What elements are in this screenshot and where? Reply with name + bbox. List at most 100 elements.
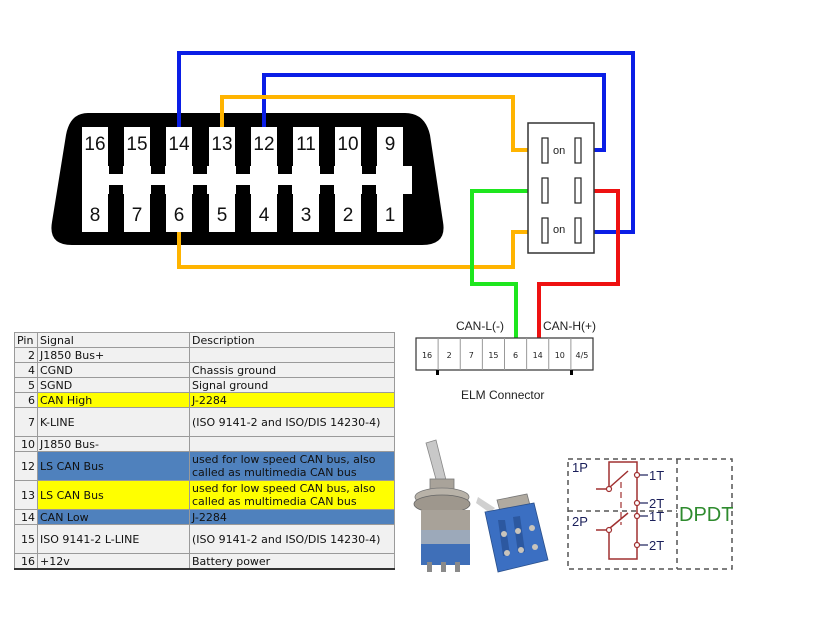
description-cell: Chassis ground [189,362,395,378]
dpdt-pole2-label: 2P [572,514,588,529]
obd-slot-tab-bottom [320,185,334,199]
pin-cell: 12 [14,451,38,481]
elm-pin-label: 4/5 [576,351,589,360]
pin-cell: 14 [14,509,38,525]
obd-slot-tab-bottom [236,185,250,199]
obd-slot-tab-top [109,160,123,174]
elm-latch-right [570,370,573,375]
signal-cell: CAN High [37,392,190,408]
dpdt-pole2-lever [609,512,629,529]
switch-on-label-top: on [553,145,565,157]
obd-slot-tab-bottom [151,185,165,199]
switch-terminal [541,217,549,244]
obd-pin-number: 2 [343,205,354,226]
description-cell [189,347,395,363]
obd-pin-number: 11 [296,134,316,155]
signal-cell: SGND [37,377,190,393]
description-cell: Battery power [189,553,395,570]
elm-pin-label: 14 [533,351,543,360]
pin-table-header: Pin Signal Description [14,332,395,348]
obd-slot-tab-top [320,160,334,174]
pin-cell: 4 [14,362,38,378]
pin-cell: 6 [14,392,38,408]
dpdt-throw-label: 2T [649,538,664,553]
obd-pin-number: 7 [132,205,143,226]
elm-pin-label: 10 [555,351,565,360]
description-cell: (ISO 9141-2 and ISO/DIS 14230-4) [189,407,395,437]
obd-connector: 16 15 14 13 12 11 10 9 8 7 6 5 4 3 2 1 [51,113,444,245]
elm-pin-label: 2 [447,351,452,360]
signal-cell: J1850 Bus- [37,436,190,452]
can-high-label: CAN-H(+) [543,319,596,333]
description-cell: used for low speed CAN bus, also called … [189,480,395,510]
signal-cell: LS CAN Bus [37,480,190,510]
obd-pin-number: 5 [217,205,228,226]
obd-slot-tab-bottom [109,185,123,199]
pin-table-row: 16 +12v Battery power [14,553,395,570]
pin-cell: 13 [14,480,38,510]
elm-pin-label: 16 [422,351,432,360]
pin-cell: 10 [14,436,38,452]
signal-cell: K-LINE [37,407,190,437]
header-signal: Signal [37,332,190,348]
obd-slot-tab-bottom [362,185,376,199]
switch-terminal [574,137,582,164]
obd-pin-number: 8 [90,205,101,226]
obd-pin-number: 13 [211,134,232,155]
dpdt-schematic: 1P 2P 1T 2T 1T 2T DPDT [567,458,733,570]
dpdt-t1-contact [633,471,641,479]
elm-latch-left [436,370,439,375]
dpdt-pole1-lever [609,470,629,488]
obd-slot-tab-top [151,160,165,174]
obd-pin-number: 1 [385,205,396,226]
obd-slot-tab-top [236,160,250,174]
pin-table-row: 7 K-LINE (ISO 9141-2 and ISO/DIS 14230-4) [14,407,395,437]
obd-pin-number: 4 [259,205,270,226]
pin-cell: 16 [14,553,38,570]
dpdt-throw-label: 1T [649,509,664,524]
elm-connector: CAN-L(-) CAN-H(+) 16 2 7 15 6 14 10 4/5 ELM Con… [415,319,596,402]
switch-terminal [574,177,582,204]
pin-table-row: 12 LS CAN Bus used for low speed CAN bus, … [14,451,395,481]
description-cell: Signal ground [189,377,395,393]
pin-cell: 7 [14,407,38,437]
obd-pin-number: 14 [168,134,190,155]
signal-cell: CAN Low [37,509,190,525]
dpdt-pole1-label: 1P [572,460,588,475]
obd-pin-number: 9 [385,134,396,155]
pin-table-row: 10 J1850 Bus- [14,436,395,452]
description-cell: (ISO 9141-2 and ISO/DIS 14230-4) [189,524,395,554]
signal-cell: CGND [37,362,190,378]
switch-terminal [574,217,582,244]
pin-cell: 2 [14,347,38,363]
signal-cell: +12v [37,553,190,570]
switch-terminal [541,177,549,204]
obd-slot-tab-bottom [278,185,292,199]
pin-cell: 15 [14,524,38,554]
pin-cell: 5 [14,377,38,393]
obd-slot-tab-top [362,160,376,174]
pin-table-row: 6 CAN High J-2284 [14,392,395,408]
dpdt-throw-label: 1T [649,468,664,483]
obd-pin-number: 12 [253,134,274,155]
obd-slot-tab-bottom [193,185,207,199]
obd-pin-number: 15 [126,134,147,155]
dpdt-t2-contact [633,499,641,507]
signal-cell: ISO 9141-2 L-LINE [37,524,190,554]
pin-table-row: 2 J1850 Bus+ [14,347,395,363]
header-description: Description [189,332,395,348]
pin-table-row: 13 LS CAN Bus used for low speed CAN bus, … [14,480,395,510]
signal-cell: LS CAN Bus [37,451,190,481]
description-cell: J-2284 [189,509,395,525]
elm-connector-title: ELM Connector [461,388,544,402]
obd-slot-tab-top [193,160,207,174]
obd-slot-tab-top [278,160,292,174]
dpdt-t3-contact [633,512,641,520]
elm-pin-label: 7 [469,351,474,360]
elm-pin-label: 6 [513,351,518,360]
switch-terminal [541,137,549,164]
toggle-switch-side-view [413,439,471,572]
can-low-label: CAN-L(-) [456,319,504,333]
obd-pin-number: 10 [337,134,358,155]
elm-pin-label: 15 [488,351,498,360]
